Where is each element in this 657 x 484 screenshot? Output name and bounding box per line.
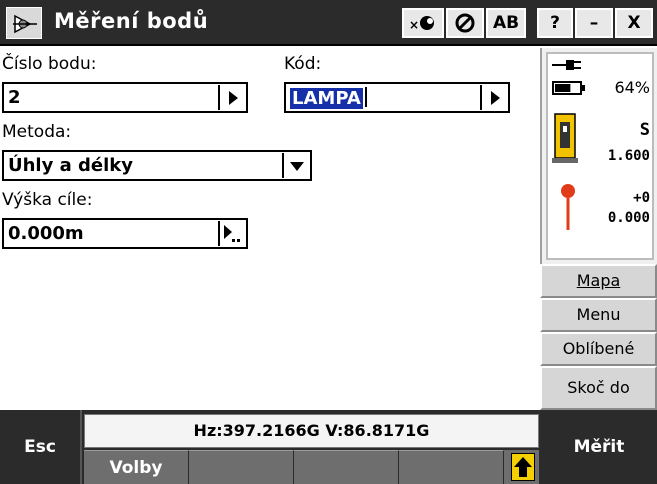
target-height-value: 0.000m	[8, 223, 84, 244]
battery-icon	[552, 81, 585, 95]
window-title: Měření bodů	[54, 9, 209, 33]
method-dropdown[interactable]: Úhly a délky	[2, 150, 312, 181]
favorites-button[interactable]: Oblíbené	[540, 332, 657, 366]
up-arrow-icon	[511, 453, 535, 481]
target-height-status: 0.000	[607, 210, 650, 226]
menu-button[interactable]: Menu	[540, 298, 657, 332]
point-number-arrow-button[interactable]	[218, 85, 244, 110]
help-button[interactable]: ?	[537, 8, 573, 38]
softkey-3[interactable]	[294, 450, 399, 484]
options-softkey[interactable]: Volby	[84, 450, 189, 484]
target-height-field[interactable]: 0.000m	[2, 218, 248, 249]
bottom-bar: Esc Hz:397.2166G V:86.8171G Volby Měřit	[0, 410, 657, 484]
code-value: LAMPA	[290, 88, 363, 109]
power-plug-icon	[552, 60, 581, 70]
map-button[interactable]: Mapa	[540, 264, 657, 298]
esc-button[interactable]: Esc	[0, 410, 82, 484]
method-value: Úhly a délky	[8, 155, 133, 176]
point-number-field[interactable]: 2	[2, 82, 248, 113]
jump-to-label: Skoč do	[567, 378, 630, 397]
close-button[interactable]: X	[615, 8, 653, 38]
form-area: Číslo bodu: 2 Kód: LAMPA Metoda: Úhly a …	[0, 48, 540, 410]
chevron-down-icon	[290, 162, 304, 171]
minimize-button[interactable]: –	[575, 8, 613, 38]
softkey-4[interactable]	[399, 450, 504, 484]
code-arrow-button[interactable]	[480, 85, 506, 110]
title-bar: Měření bodů × AB ? – X	[0, 0, 657, 46]
code-value-wrap: LAMPA	[290, 87, 367, 109]
chevron-right-icon	[491, 91, 500, 105]
text-caret	[364, 87, 367, 107]
target-height-label: Výška cíle:	[2, 190, 93, 210]
battery-percent: 64%	[614, 78, 650, 97]
angle-readout: Hz:397.2166G V:86.8171G	[84, 414, 539, 448]
point-number-label: Číslo bodu:	[2, 54, 97, 74]
softkey-2[interactable]	[189, 450, 294, 484]
code-label: Kód:	[284, 54, 322, 74]
method-label: Metoda:	[2, 122, 72, 142]
prism-constant: +0	[633, 190, 650, 206]
prism-target-icon	[561, 184, 575, 230]
app-icon[interactable]	[6, 7, 42, 39]
softkey-row: Volby	[84, 450, 539, 484]
softkey-page-button[interactable]	[504, 450, 539, 484]
method-dropdown-arrow[interactable]	[282, 153, 308, 178]
svg-text:×: ×	[409, 18, 419, 32]
total-station-icon	[552, 113, 578, 163]
target-height-popup-button[interactable]	[218, 221, 244, 246]
popup-arrow-icon	[224, 225, 240, 242]
status-panel-inner[interactable]: 64% S 1.600 +0 0.000	[546, 52, 654, 260]
instrument-face: S	[639, 120, 650, 140]
input-mode-ab-button[interactable]: AB	[486, 8, 526, 38]
slash-circle-icon[interactable]	[446, 8, 484, 38]
jump-to-button[interactable]: Skoč do	[540, 366, 657, 410]
instrument-height: 1.600	[607, 148, 650, 164]
menu-label: Menu	[576, 305, 621, 324]
map-label: Mapa	[576, 271, 621, 290]
code-field[interactable]: LAMPA	[284, 82, 510, 113]
measure-button[interactable]: Měřit	[541, 410, 657, 484]
status-panel: 64% S 1.600 +0 0.000	[540, 48, 657, 264]
point-number-value: 2	[8, 87, 21, 108]
favorites-label: Oblíbené	[562, 339, 635, 358]
chevron-right-icon	[229, 91, 238, 105]
tool-icon-button[interactable]: ×	[402, 8, 444, 38]
